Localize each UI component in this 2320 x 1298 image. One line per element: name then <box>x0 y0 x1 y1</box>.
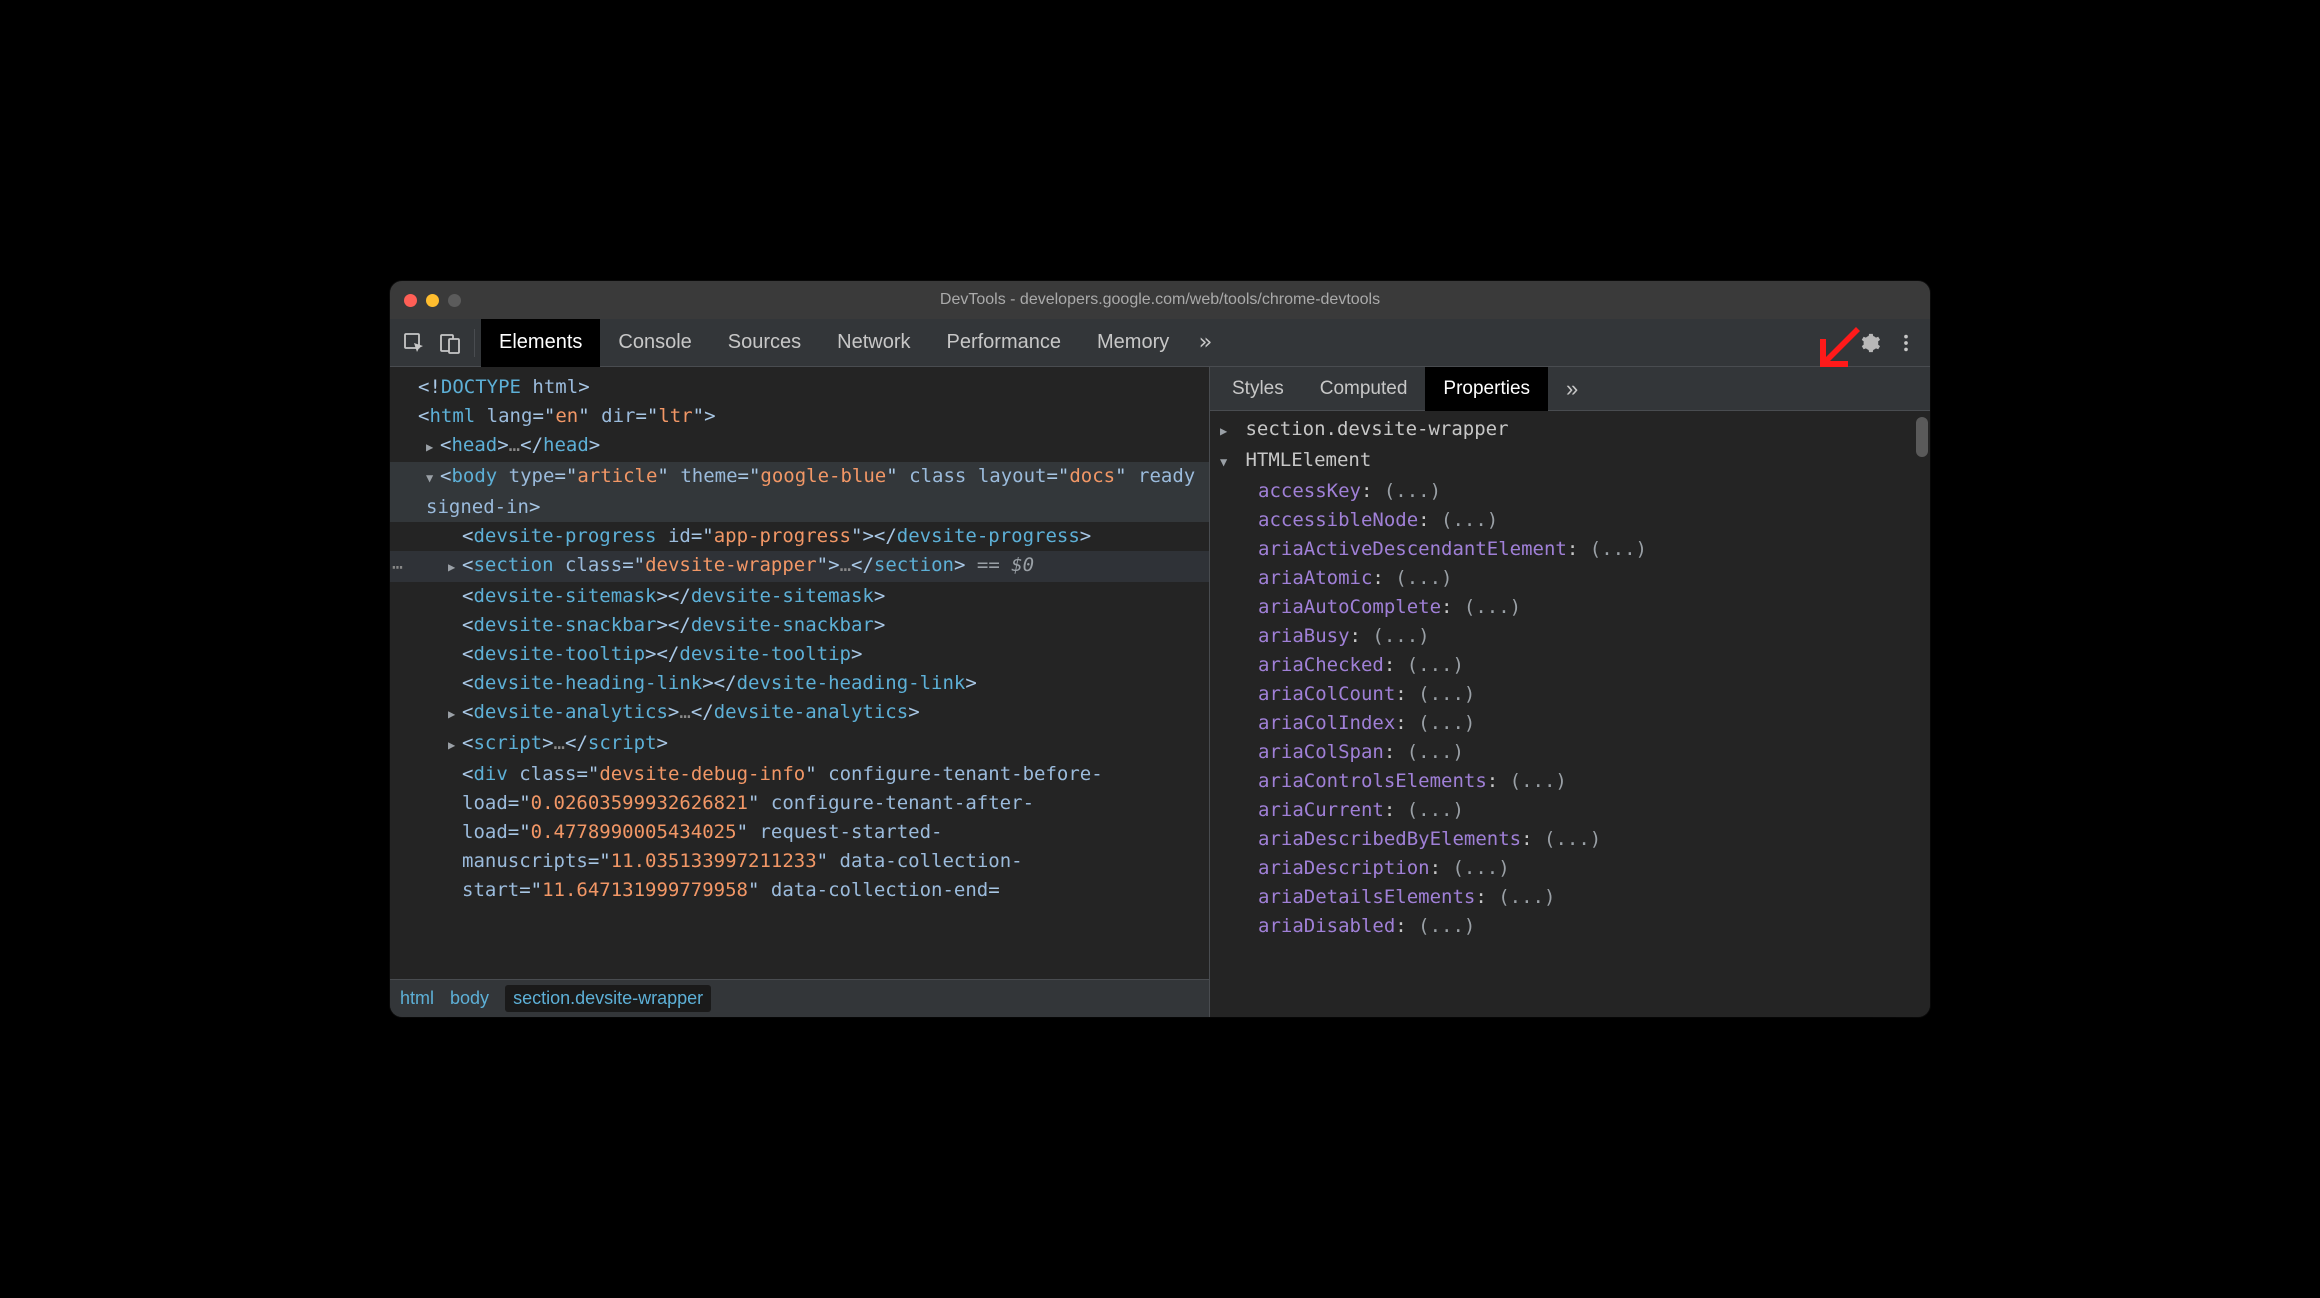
dom-node[interactable]: <html lang="en" dir="ltr"> <box>390 402 1209 431</box>
dom-node[interactable]: ▶<section class="devsite-wrapper">…</sec… <box>390 551 1209 582</box>
tab-sources[interactable]: Sources <box>710 319 819 367</box>
sidebar-tab-properties[interactable]: Properties <box>1425 367 1548 411</box>
kebab-menu-icon[interactable] <box>1888 325 1924 361</box>
sidebar-tabs: StylesComputedProperties» <box>1210 367 1930 411</box>
tab-elements[interactable]: Elements <box>481 319 600 367</box>
settings-icon[interactable] <box>1852 325 1888 361</box>
dom-tree[interactable]: <!DOCTYPE html><html lang="en" dir="ltr"… <box>390 367 1209 979</box>
dom-node[interactable]: <div class="devsite-debug-info" configur… <box>390 760 1209 905</box>
property-row[interactable]: ariaActiveDescendantElement: (...) <box>1210 535 1930 564</box>
main-toolbar: ElementsConsoleSourcesNetworkPerformance… <box>390 319 1930 367</box>
dom-node[interactable]: <!DOCTYPE html> <box>390 373 1209 402</box>
sidebar-tab-styles[interactable]: Styles <box>1214 367 1302 411</box>
property-row[interactable]: accessKey: (...) <box>1210 477 1930 506</box>
dom-node[interactable]: <devsite-sitemask></devsite-sitemask> <box>390 582 1209 611</box>
breadcrumb-item[interactable]: html <box>400 988 434 1009</box>
zoom-window-button[interactable] <box>448 294 461 307</box>
property-row[interactable]: accessibleNode: (...) <box>1210 506 1930 535</box>
tab-network[interactable]: Network <box>819 319 928 367</box>
property-row[interactable]: ariaChecked: (...) <box>1210 651 1930 680</box>
properties-pane[interactable]: ▶ section.devsite-wrapper▼ HTMLElementac… <box>1210 411 1930 1017</box>
more-tabs-icon[interactable]: » <box>1187 325 1223 361</box>
property-row[interactable]: ariaColCount: (...) <box>1210 680 1930 709</box>
traffic-lights <box>404 294 461 307</box>
window-title: DevTools - developers.google.com/web/too… <box>390 291 1930 309</box>
dom-node[interactable]: <devsite-snackbar></devsite-snackbar> <box>390 611 1209 640</box>
minimize-window-button[interactable] <box>426 294 439 307</box>
devtools-window: DevTools - developers.google.com/web/too… <box>390 281 1930 1017</box>
inspect-element-icon[interactable] <box>396 325 432 361</box>
property-row[interactable]: ariaBusy: (...) <box>1210 622 1930 651</box>
dom-node[interactable]: ▶<head>…</head> <box>390 431 1209 462</box>
property-row[interactable]: ariaDisabled: (...) <box>1210 912 1930 941</box>
dom-node[interactable]: <devsite-heading-link></devsite-heading-… <box>390 669 1209 698</box>
dom-node[interactable]: <devsite-tooltip></devsite-tooltip> <box>390 640 1209 669</box>
sidebar-tab-computed[interactable]: Computed <box>1302 367 1426 411</box>
sidebar-panel: StylesComputedProperties» ▶ section.devs… <box>1210 367 1930 1017</box>
titlebar: DevTools - developers.google.com/web/too… <box>390 281 1930 319</box>
dom-node[interactable]: ▶<devsite-analytics>…</devsite-analytics… <box>390 698 1209 729</box>
main-tabs: ElementsConsoleSourcesNetworkPerformance… <box>481 319 1187 367</box>
property-row[interactable]: ariaAutoComplete: (...) <box>1210 593 1930 622</box>
property-row[interactable]: ariaDescription: (...) <box>1210 854 1930 883</box>
breadcrumb: html body section.devsite-wrapper <box>390 979 1209 1017</box>
breadcrumb-item[interactable]: body <box>450 988 489 1009</box>
close-window-button[interactable] <box>404 294 417 307</box>
scrollbar-thumb[interactable] <box>1916 417 1928 457</box>
dom-node[interactable]: <devsite-progress id="app-progress"></de… <box>390 522 1209 551</box>
breadcrumb-item[interactable]: section.devsite-wrapper <box>505 985 711 1012</box>
tab-performance[interactable]: Performance <box>929 319 1080 367</box>
content-area: <!DOCTYPE html><html lang="en" dir="ltr"… <box>390 367 1930 1017</box>
tab-console[interactable]: Console <box>600 319 709 367</box>
dom-node[interactable]: ▶<script>…</script> <box>390 729 1209 760</box>
sidebar-more-tabs-icon[interactable]: » <box>1548 367 1596 411</box>
tab-memory[interactable]: Memory <box>1079 319 1187 367</box>
property-row[interactable]: ariaAtomic: (...) <box>1210 564 1930 593</box>
properties-section-header[interactable]: ▶ section.devsite-wrapper <box>1210 415 1930 446</box>
property-row[interactable]: ariaDetailsElements: (...) <box>1210 883 1930 912</box>
property-row[interactable]: ariaColIndex: (...) <box>1210 709 1930 738</box>
property-row[interactable]: ariaDescribedByElements: (...) <box>1210 825 1930 854</box>
properties-element-header[interactable]: ▼ HTMLElement <box>1210 446 1930 477</box>
device-toggle-icon[interactable] <box>432 325 468 361</box>
property-row[interactable]: ariaColSpan: (...) <box>1210 738 1930 767</box>
elements-panel: <!DOCTYPE html><html lang="en" dir="ltr"… <box>390 367 1210 1017</box>
dom-node[interactable]: ▼<body type="article" theme="google-blue… <box>390 462 1209 522</box>
property-row[interactable]: ariaCurrent: (...) <box>1210 796 1930 825</box>
toolbar-separator <box>474 329 475 357</box>
property-row[interactable]: ariaControlsElements: (...) <box>1210 767 1930 796</box>
